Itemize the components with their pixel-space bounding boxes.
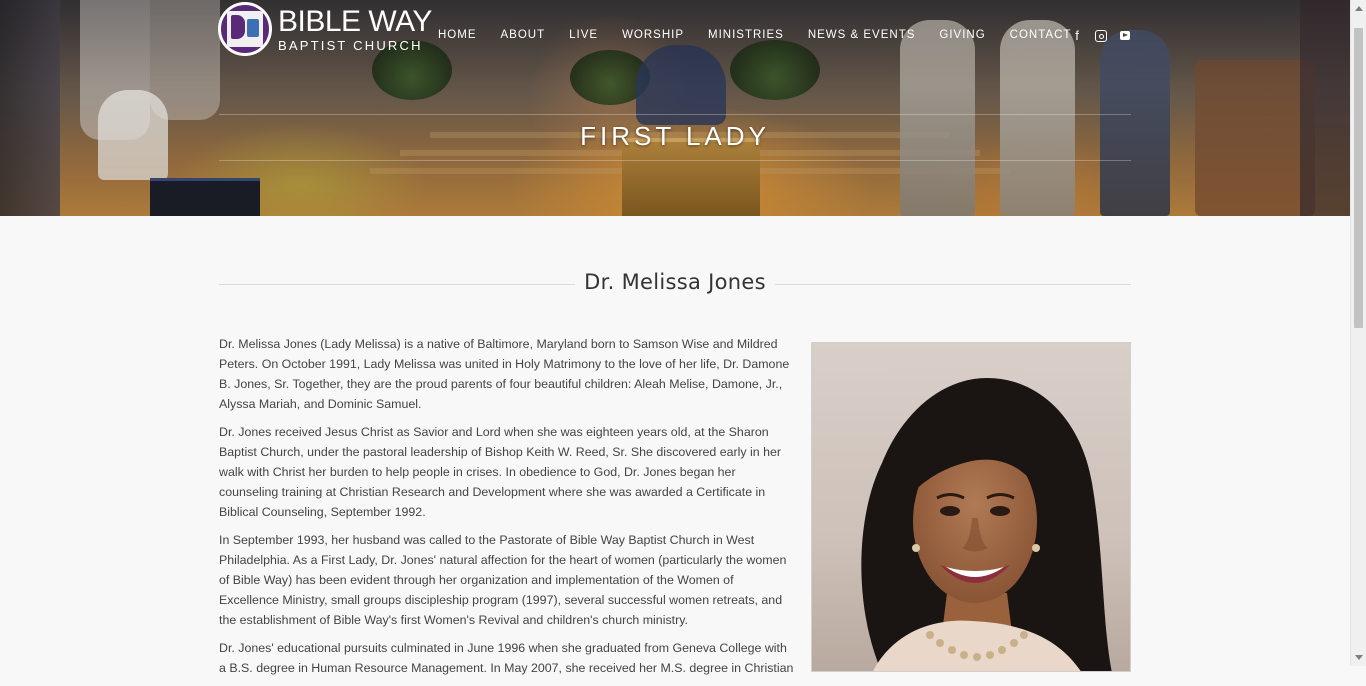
choir-figure [80,0,150,140]
portrait-photo [811,342,1131,672]
nav-ministries[interactable]: MINISTRIES [708,29,784,41]
page-title: FIRST LADY [580,121,770,151]
logo-name-line1: BIBLE WAY [278,4,432,38]
nav-worship[interactable]: WORSHIP [622,29,684,41]
minister-figure [1000,20,1075,216]
choir-figure [150,0,220,120]
nav-giving[interactable]: GIVING [939,29,985,41]
scroll-thumb[interactable] [1354,28,1363,328]
choir-figure [1300,0,1350,216]
keyboard-decor [150,178,260,216]
hero-divider-bottom [219,160,1131,161]
instagram-icon [1095,30,1107,42]
bio-paragraph: In September 1993, her husband was calle… [219,533,787,627]
stage-step [370,168,1010,174]
choir-figure [0,0,60,216]
facebook-icon[interactable]: f [1070,28,1084,45]
logo-name-line2: BAPTIST CHURCH [278,37,423,53]
nav-home[interactable]: HOME [438,29,477,41]
plant-decor [730,40,820,100]
main-nav: HOME ABOUT LIVE WORSHIP MINISTRIES NEWS … [438,29,1095,41]
minister-figure [900,20,975,216]
church-logo[interactable]: BIBLE WAY BAPTIST CHURCH [218,2,432,56]
social-links: f [1070,28,1132,45]
bio-paragraph: Dr. Melissa Jones (Lady Melissa) is a na… [219,337,790,411]
bio-paragraph: Dr. Jones' educational pursuits culminat… [219,641,794,675]
portrait-illustration [861,378,1112,671]
logo-text: BIBLE WAY BAPTIST CHURCH [278,4,432,53]
youtube-icon-wrap[interactable] [1118,28,1132,45]
hero-divider-top [219,114,1131,115]
scroll-down-icon[interactable] [1355,655,1363,660]
section-title: Dr. Melissa Jones [584,270,766,294]
youtube-icon [1120,31,1130,40]
scroll-up-icon[interactable] [1355,6,1363,11]
instagram-icon-wrap[interactable] [1094,28,1108,45]
preacher-figure [636,45,726,125]
nav-news-events[interactable]: NEWS & EVENTS [808,29,916,41]
page-scrollbar[interactable] [1350,0,1366,666]
logo-emblem-icon [218,2,272,56]
nav-contact[interactable]: CONTACT [1010,29,1072,41]
bio-text: Dr. Melissa Jones (Lady Melissa) is a na… [219,334,794,686]
nav-about[interactable]: ABOUT [501,29,546,41]
plant-decor [570,50,650,105]
nav-live[interactable]: LIVE [569,29,598,41]
section-heading: Dr. Melissa Jones [219,268,1131,298]
bio-paragraph: Dr. Jones received Jesus Christ as Savio… [219,425,782,519]
heading-rule-right [775,284,1131,285]
